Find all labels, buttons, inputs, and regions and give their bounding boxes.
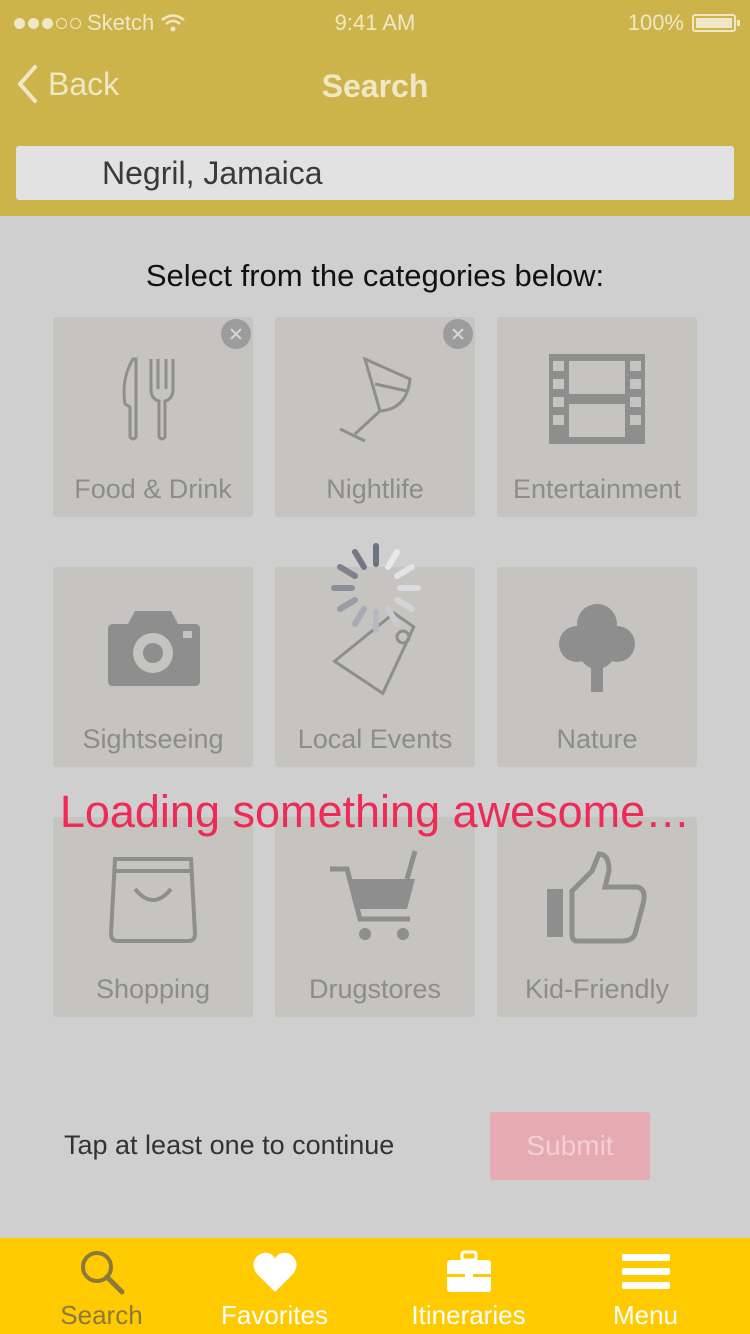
category-drugstores[interactable]: Drugstores [275, 817, 475, 1017]
tab-label: Favorites [221, 1300, 328, 1330]
cart-icon [330, 850, 418, 940]
briefcase-icon [447, 1250, 491, 1292]
category-label: Drugstores [308, 974, 442, 1004]
category-nature[interactable]: Nature [497, 567, 697, 767]
search-icon [81, 1251, 125, 1295]
category-label: Kid-Friendly [524, 974, 670, 1004]
category-label: Entertainment [512, 474, 682, 504]
tab-search[interactable]: Search [8, 1238, 195, 1334]
tab-bar: Search Favorites Itineraries Menu [0, 1238, 750, 1334]
status-bar: Sketch 9:41 AM 100% [0, 0, 750, 44]
loading-message: Loading something awesome… [59, 786, 691, 837]
category-food-drink[interactable]: Food & Drink [53, 317, 253, 517]
heart-icon [253, 1252, 297, 1292]
wine-glass-icon [339, 356, 412, 443]
header: Sketch 9:41 AM 100% Back Search Negril, … [0, 0, 750, 216]
camera-icon [108, 611, 200, 686]
search-input[interactable]: Negril, Jamaica [16, 146, 734, 200]
tab-menu[interactable]: Menu [552, 1238, 739, 1334]
menu-icon [622, 1254, 670, 1289]
category-label: Nightlife [326, 474, 424, 504]
deselect-icon[interactable] [221, 319, 251, 349]
category-entertainment[interactable]: Entertainment [497, 317, 697, 517]
category-sightseeing[interactable]: Sightseeing [53, 567, 253, 767]
category-shopping[interactable]: Shopping [53, 817, 253, 1017]
category-nightlife[interactable]: Nightlife [275, 317, 475, 517]
fork-knife-icon [122, 357, 175, 441]
category-label: Shopping [95, 974, 211, 1004]
category-kid-friendly[interactable]: Kid-Friendly [497, 817, 697, 1017]
battery-icon [692, 14, 740, 32]
category-prompt: Select from the categories below: [145, 258, 605, 293]
category-label: Food & Drink [74, 474, 232, 504]
submit-button[interactable]: Submit [490, 1112, 650, 1180]
loading-spinner-icon [331, 543, 421, 633]
tab-label: Search [60, 1300, 143, 1330]
thumbs-up-icon [547, 851, 647, 944]
continue-hint: Tap at least one to continue [64, 1130, 395, 1160]
category-label: Nature [556, 724, 638, 754]
shopping-bag-icon [108, 857, 198, 943]
category-label: Local Events [297, 724, 453, 754]
tab-label: Itineraries [411, 1300, 526, 1330]
film-icon [549, 354, 645, 444]
tree-icon [559, 604, 635, 692]
search-value: Negril, Jamaica [102, 154, 323, 191]
navigation-bar: Back Search [0, 50, 750, 120]
page-title: Search [321, 68, 429, 104]
category-label: Sightseeing [82, 724, 224, 754]
tab-itineraries[interactable]: Itineraries [375, 1238, 562, 1334]
battery-percent: 100% [627, 10, 684, 35]
battery-info: 100% [627, 10, 740, 36]
deselect-icon[interactable] [443, 319, 473, 349]
tab-label: Menu [612, 1300, 679, 1330]
tab-favorites[interactable]: Favorites [181, 1238, 368, 1334]
